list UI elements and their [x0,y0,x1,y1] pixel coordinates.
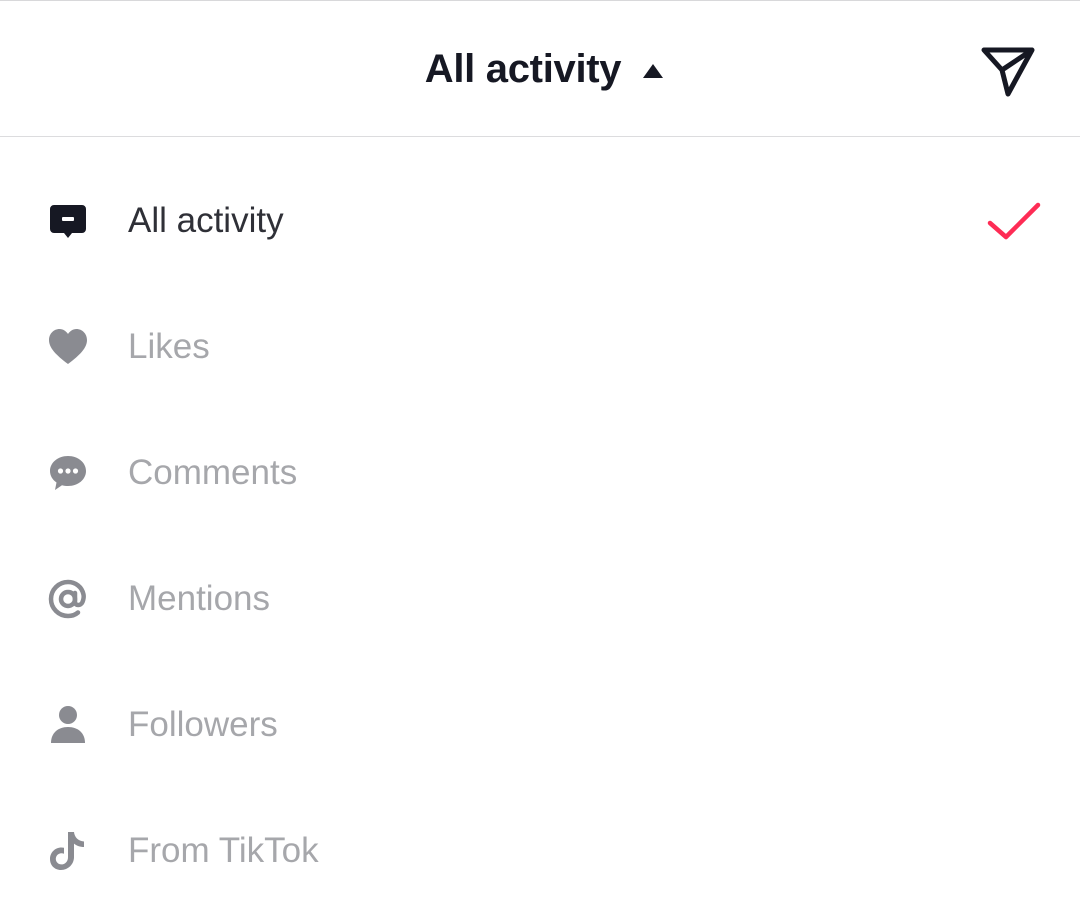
menu-item-label: All activity [128,201,284,240]
activity-filter-dropdown[interactable]: All activity [0,1,1080,138]
comment-bubble-icon [44,449,92,497]
menu-item-label: Followers [128,705,278,744]
header-bar: All activity [0,0,1080,137]
menu-item-label: From TikTok [128,831,319,870]
menu-item-label: Likes [128,327,210,366]
menu-item-label: Mentions [128,579,271,618]
direct-messages-button[interactable] [972,37,1044,105]
tiktok-logo-icon [44,827,92,875]
at-sign-icon [44,575,92,623]
message-square-icon [44,197,92,245]
person-icon [44,701,92,749]
send-paper-plane-icon [981,47,1035,97]
page-title: All activity [424,47,622,91]
activity-filter-menu: All activity Likes Comments Mentions Fol… [0,137,1080,916]
menu-item-from-tiktok[interactable]: From TikTok [0,788,1080,914]
menu-item-all-activity[interactable]: All activity [0,158,1080,284]
menu-item-followers[interactable]: Followers [0,662,1080,788]
menu-item-likes[interactable]: Likes [0,284,1080,410]
heart-icon [44,323,92,371]
menu-item-mentions[interactable]: Mentions [0,536,1080,662]
checkmark-icon [987,202,1041,240]
menu-item-label: Comments [128,453,298,492]
caret-up-icon [643,63,664,78]
menu-item-comments[interactable]: Comments [0,410,1080,536]
